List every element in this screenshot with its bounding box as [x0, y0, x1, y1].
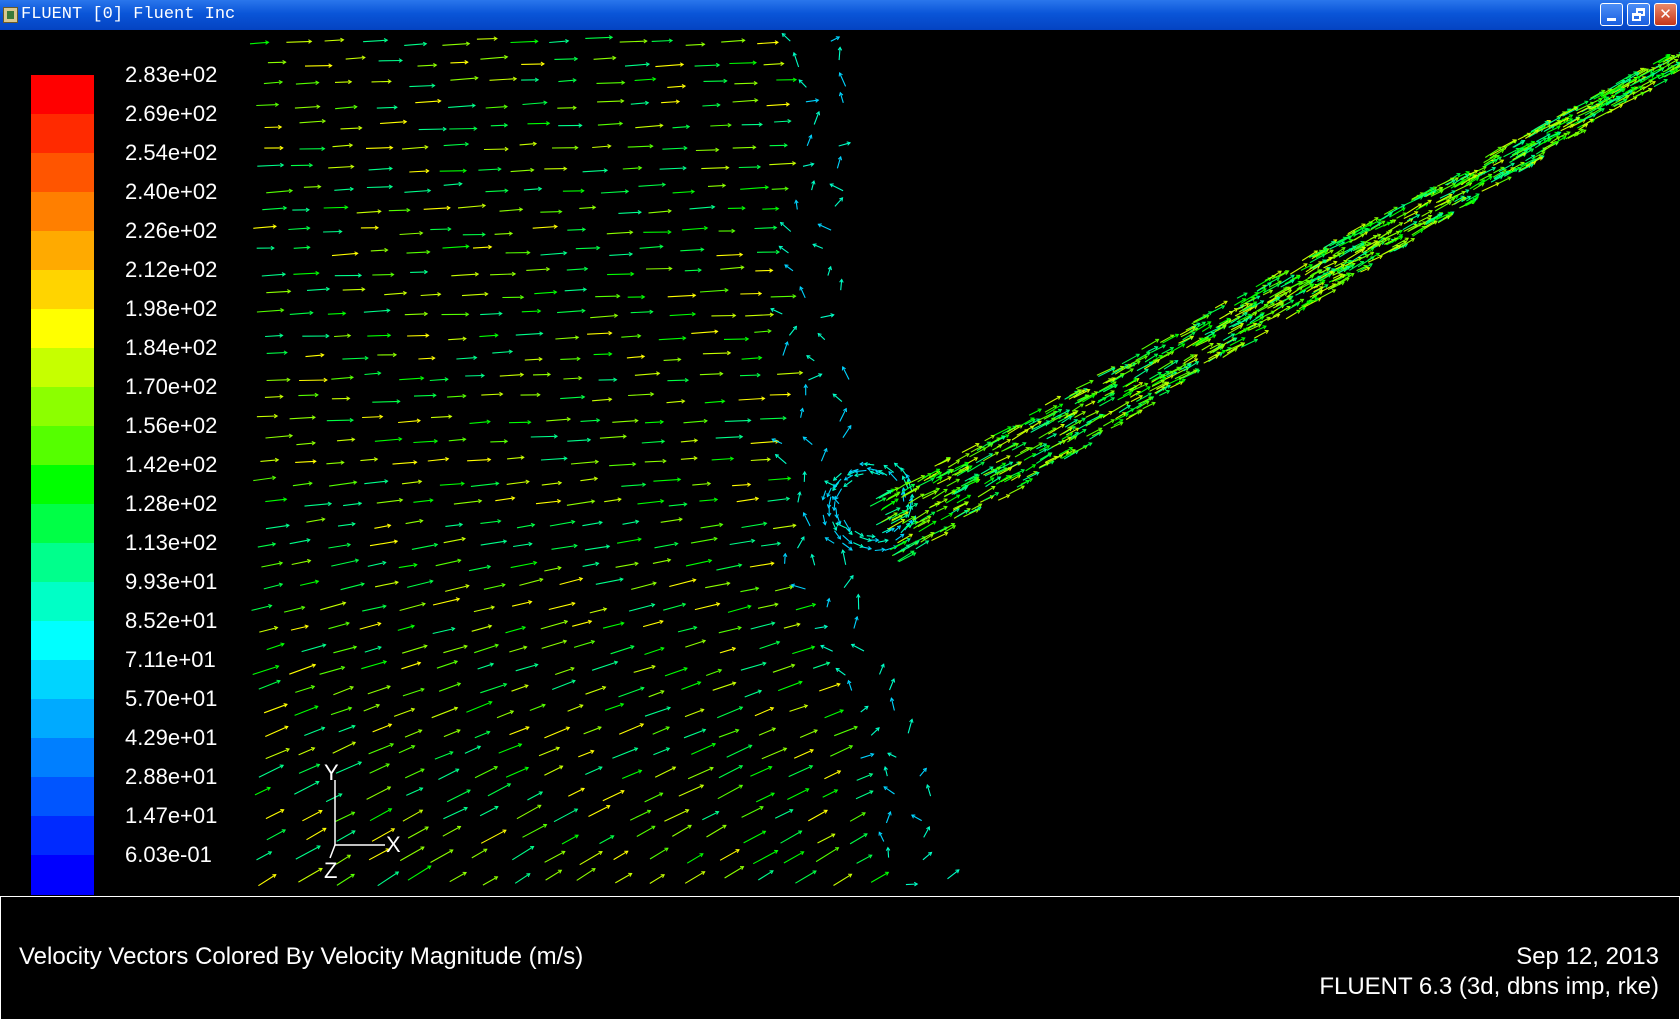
legend-swatch: [31, 855, 94, 895]
legend-swatch: [31, 387, 94, 427]
color-legend-bar: [31, 75, 94, 895]
close-icon: ✕: [1659, 5, 1672, 23]
legend-label: 1.56e+02: [125, 413, 218, 438]
legend-swatch: [31, 738, 94, 778]
minimize-button[interactable]: [1600, 3, 1623, 26]
legend-label: 1.84e+02: [125, 335, 218, 360]
plot-date: Sep 12, 2013: [1516, 943, 1659, 970]
legend-swatch: [31, 309, 94, 349]
legend-swatch: [31, 153, 94, 193]
legend-swatch: [31, 465, 94, 505]
legend-swatch: [31, 348, 94, 388]
legend-label: 1.47e+01: [125, 803, 218, 828]
legend-swatch: [31, 426, 94, 466]
legend-swatch: [31, 114, 94, 154]
legend-swatch: [31, 504, 94, 544]
vector-arrows: [249, 32, 1680, 887]
legend-swatch: [31, 660, 94, 700]
legend-label: 5.70e+01: [125, 686, 218, 711]
plot-title: Velocity Vectors Colored By Velocity Mag…: [19, 943, 584, 970]
legend-swatch: [31, 777, 94, 817]
legend-swatch: [31, 231, 94, 271]
legend-label: 8.52e+01: [125, 608, 218, 633]
restore-icon: [1632, 13, 1641, 21]
legend-label: 9.93e+01: [125, 569, 218, 594]
legend-swatch: [31, 582, 94, 622]
legend-label: 2.69e+02: [125, 101, 218, 126]
minimize-icon: [1607, 18, 1616, 21]
legend-label: 4.29e+01: [125, 725, 218, 750]
legend-swatch: [31, 270, 94, 310]
maximize-button[interactable]: [1627, 3, 1650, 26]
legend-label: 1.28e+02: [125, 491, 218, 516]
app-icon[interactable]: [3, 7, 18, 23]
legend-label: 2.26e+02: [125, 218, 218, 243]
legend-label: 6.03e-01: [125, 842, 212, 867]
legend-label: 1.13e+02: [125, 530, 218, 555]
axis-label-y: Y: [324, 760, 339, 785]
info-panel: Velocity Vectors Colored By Velocity Mag…: [0, 896, 1680, 1020]
legend-label: 2.54e+02: [125, 140, 218, 165]
fluent-window: FLUENT [0] Fluent Inc ✕ 2.83e+02 2.69e+02…: [0, 0, 1680, 1020]
legend-label: 2.40e+02: [125, 179, 218, 204]
window-title: FLUENT [0] Fluent Inc: [21, 5, 236, 24]
axis-label-x: X: [386, 832, 401, 857]
legend-swatch: [31, 75, 94, 115]
velocity-vector-field: [249, 32, 1680, 887]
legend-label: 1.70e+02: [125, 374, 218, 399]
title-bar[interactable]: FLUENT [0] Fluent Inc ✕: [0, 0, 1680, 30]
close-button[interactable]: ✕: [1654, 3, 1677, 26]
legend-label: 2.83e+02: [125, 62, 218, 87]
legend-label: 1.98e+02: [125, 296, 218, 321]
legend-swatch: [31, 816, 94, 856]
legend-label: 1.42e+02: [125, 452, 218, 477]
legend-swatch: [31, 699, 94, 739]
axis-triad-lines: [329, 780, 385, 859]
legend-swatch: [31, 621, 94, 661]
legend-label: 2.88e+01: [125, 764, 218, 789]
legend-label: 2.12e+02: [125, 257, 218, 282]
axis-triad: Y X Z: [300, 750, 420, 900]
legend-label: 7.11e+01: [125, 647, 216, 672]
legend-swatch: [31, 543, 94, 583]
graphics-display[interactable]: 2.83e+02 2.69e+02 2.54e+02 2.40e+02 2.26e+02…: [0, 30, 1680, 896]
solver-version: FLUENT 6.3 (3d, dbns imp, rke): [1319, 973, 1659, 1000]
legend-swatch: [31, 192, 94, 232]
axis-label-z: Z: [324, 858, 338, 883]
